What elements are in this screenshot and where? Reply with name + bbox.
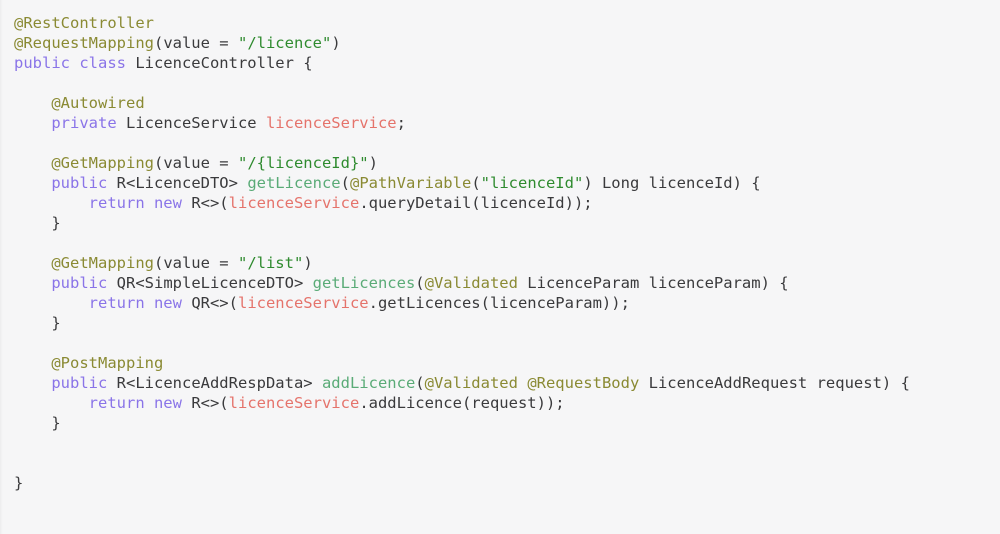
code-token-keyword: return new [88,394,182,412]
code-token-plain: LicenceAddRequest request) { [639,374,910,392]
code-token-plain: } [14,414,61,432]
code-token-annotation: @RequestMapping [14,34,154,52]
code-token-plain: ) [368,154,378,172]
code-token-plain: QR<SimpleLicenceDTO> [107,274,313,292]
code-line[interactable]: @PostMapping [0,353,1000,373]
code-token-annotation: @RestController [14,14,154,32]
code-line[interactable]: public R<LicenceDTO> getLicence(@PathVar… [0,173,1000,193]
code-line[interactable]: @RequestMapping(value = "/licence") [0,33,1000,53]
code-token-plain: R<LicenceDTO> [107,174,248,192]
code-token-keyword: public [51,274,108,292]
code-token-annotation: @GetMapping [14,154,154,172]
code-token-plain: ) [331,34,341,52]
code-token-method: getLicence [247,174,341,192]
code-token-keyword: public class [14,54,126,72]
code-token-annotation: @Autowired [14,94,145,112]
code-line[interactable]: return new QR<>(licenceService.getLicenc… [0,293,1000,313]
code-token-plain: LicenceController { [125,54,313,72]
code-token-plain: .getLicences(licenceParam)); [368,294,630,312]
code-token-field: licenceService [228,394,360,412]
code-line[interactable]: private LicenceService licenceService; [0,113,1000,133]
code-token-plain: ; [396,114,406,132]
code-line[interactable] [0,233,1000,253]
code-token-plain: R<>( [181,394,229,412]
code-line[interactable]: public QR<SimpleLicenceDTO> getLicences(… [0,273,1000,293]
code-token-plain: QR<>( [181,294,238,312]
code-editor-surface[interactable]: @RestController @RequestMapping(value = "… [0,0,1000,534]
code-token-method: getLicences [312,274,416,292]
code-line[interactable]: } [0,313,1000,333]
code-token-string: "/{licenceId}" [237,154,369,172]
code-token-plain: R<LicenceAddRespData> [107,374,322,392]
code-token-plain: (value = [153,254,238,272]
code-line[interactable]: } [0,473,1000,493]
code-token-field: licenceService [265,114,397,132]
code-token-field: licenceService [228,194,360,212]
code-token-keyword: private [51,114,117,132]
code-token-plain: R<>( [181,194,229,212]
code-token-plain: LicenceParam licenceParam) { [517,274,789,292]
code-token-plain: .queryDetail(licenceId)); [359,194,593,212]
code-token-plain: } [14,474,24,492]
code-token-plain: LicenceService [116,114,266,132]
code-line[interactable]: return new R<>(licenceService.addLicence… [0,393,1000,413]
code-token-plain: .addLicence(request)); [359,394,565,412]
code-token-plain: ( [340,174,350,192]
code-token-field: licenceService [237,294,369,312]
code-token-plain: ) Long licenceId) { [583,174,761,192]
code-line[interactable] [0,333,1000,353]
code-line[interactable]: return new R<>(licenceService.queryDetai… [0,193,1000,213]
code-token-plain: } [14,314,61,332]
code-block[interactable]: @RestController @RequestMapping(value = "… [0,13,1000,493]
code-line[interactable] [0,433,1000,453]
code-line[interactable]: @GetMapping(value = "/list") [0,253,1000,273]
code-token-plain: (value = [153,154,238,172]
code-line[interactable]: } [0,413,1000,433]
code-line[interactable] [0,453,1000,473]
code-line[interactable]: @GetMapping(value = "/{licenceId}") [0,153,1000,173]
code-token-plain: ( [415,274,425,292]
code-line[interactable]: public R<LicenceAddRespData> addLicence(… [0,373,1000,393]
code-token-keyword: return new [88,194,182,212]
code-token-plain: (value = [153,34,238,52]
code-token-annotation: @PostMapping [14,354,164,372]
code-token-plain: ) [303,254,313,272]
code-line[interactable] [0,133,1000,153]
code-token-annotation: @Validated [424,374,518,392]
code-line[interactable] [0,73,1000,93]
code-token-keyword: return new [88,294,182,312]
code-token-plain: ( [471,174,481,192]
code-token-annotation: @Validated [424,274,518,292]
code-line[interactable]: @RestController [0,13,1000,33]
code-token-annotation: @RequestBody [527,374,640,392]
code-token-keyword: public [51,174,108,192]
code-token-annotation: @PathVariable [349,174,472,192]
code-line[interactable]: @Autowired [0,93,1000,113]
code-token-string: "/list" [237,254,304,272]
code-token-string: "licenceId" [480,174,584,192]
code-token-annotation: @GetMapping [14,254,154,272]
code-token-string: "/licence" [237,34,332,52]
code-token-plain: ( [415,374,425,392]
code-token-plain: } [14,214,61,232]
code-line[interactable]: public class LicenceController { [0,53,1000,73]
code-line[interactable]: } [0,213,1000,233]
code-token-method: addLicence [321,374,416,392]
code-token-keyword: public [51,374,108,392]
